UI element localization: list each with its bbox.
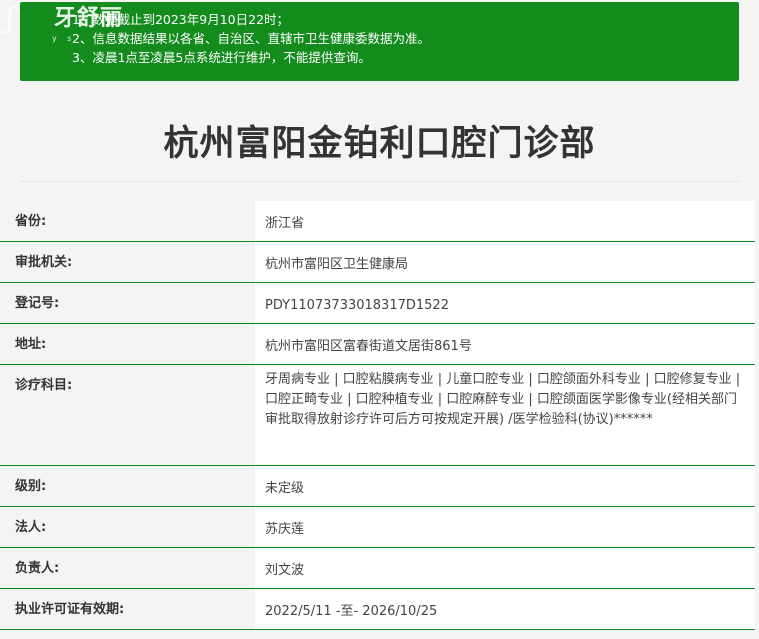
- row-legal-person: 法人: 苏庆莲: [0, 507, 759, 548]
- row-label: 执业许可证有效期:: [0, 589, 255, 630]
- notice-line-2: 2、信息数据结果以各省、自治区、直辖市卫生健康委数据为准。: [72, 31, 430, 46]
- row-label: 负责人:: [0, 548, 255, 589]
- row-value: PDY11073733018317D1522: [255, 283, 755, 324]
- row-value: 杭州市富阳区卫生健康局: [255, 242, 755, 283]
- logo-mark-icon: ʃ: [6, 2, 14, 35]
- row-license-validity: 执业许可证有效期: 2022/5/11 -至- 2026/10/25: [0, 589, 759, 630]
- row-value: 未定级: [255, 466, 755, 507]
- logo-watermark: ʃ 牙舒丽 y s: [2, 0, 142, 48]
- row-approval-authority: 审批机关: 杭州市富阳区卫生健康局: [0, 242, 759, 283]
- row-label: 诊疗科目:: [0, 365, 255, 466]
- row-address: 地址: 杭州市富阳区富春街道文居街861号: [0, 324, 759, 365]
- row-departments: 诊疗科目: 牙周病专业 | 口腔粘膜病专业 | 儿童口腔专业 | 口腔颌面外科专…: [0, 365, 759, 466]
- title-divider: [20, 181, 739, 182]
- notice-line-1: 1、数据截止到2023年9月10日22时；: [72, 12, 290, 27]
- row-label: 省份:: [0, 201, 255, 242]
- row-level: 级别: 未定级: [0, 466, 759, 507]
- row-value: 杭州市富阳区富春街道文居街861号: [255, 324, 755, 365]
- row-person-in-charge: 负责人: 刘文波: [0, 548, 759, 589]
- row-registration-number: 登记号: PDY11073733018317D1522: [0, 283, 759, 324]
- row-label: 法人:: [0, 507, 255, 548]
- row-value: 苏庆莲: [255, 507, 755, 548]
- info-table: 省份: 浙江省 审批机关: 杭州市富阳区卫生健康局 登记号: PDY110737…: [0, 201, 759, 630]
- row-value: 刘文波: [255, 548, 755, 589]
- row-value: 浙江省: [255, 201, 755, 242]
- logo-text: 牙舒丽: [54, 5, 124, 31]
- row-label: 地址:: [0, 324, 255, 365]
- row-province: 省份: 浙江省: [0, 201, 759, 242]
- notice-line-3: 3、凌晨1点至凌晨5点系统进行维护，不能提供查询。: [72, 50, 371, 65]
- row-value: 牙周病专业 | 口腔粘膜病专业 | 儿童口腔专业 | 口腔颌面外科专业 | 口腔…: [255, 365, 755, 466]
- row-value: 2022/5/11 -至- 2026/10/25: [255, 589, 755, 630]
- logo-subtext: y s: [52, 34, 76, 43]
- row-label: 级别:: [0, 466, 255, 507]
- page-title: 杭州富阳金铂利口腔门诊部: [163, 124, 596, 164]
- row-label: 审批机关:: [0, 242, 255, 283]
- row-label: 登记号:: [0, 283, 255, 324]
